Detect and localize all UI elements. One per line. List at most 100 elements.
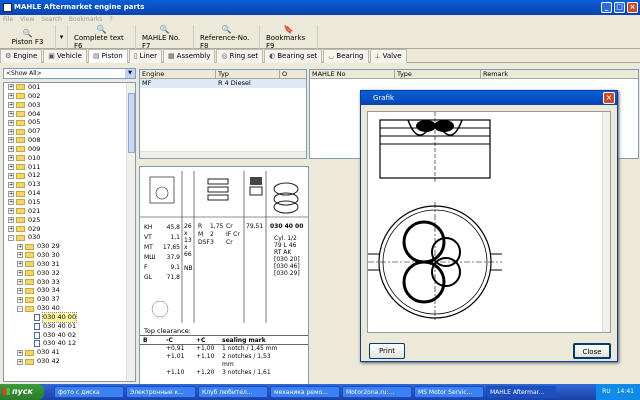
- mahle-no-button[interactable]: 🔍 MAHLE No. F7: [136, 25, 194, 50]
- expand-icon[interactable]: +: [8, 93, 14, 100]
- tree-node[interactable]: +004: [4, 110, 135, 119]
- close-dialog-button[interactable]: Close: [573, 343, 611, 359]
- col-remark[interactable]: Remark: [481, 70, 638, 78]
- minimize-button[interactable]: _: [601, 2, 612, 13]
- tree-node[interactable]: +013: [4, 180, 135, 189]
- expand-icon[interactable]: +: [17, 349, 23, 356]
- tree-node[interactable]: +009: [4, 145, 135, 154]
- tree-node[interactable]: +030 34: [4, 286, 135, 295]
- tree-node[interactable]: +030 41: [4, 348, 135, 357]
- tree-node[interactable]: +030 32: [4, 269, 135, 278]
- expand-icon[interactable]: +: [17, 358, 23, 365]
- tree-node[interactable]: 030 40 01: [4, 322, 135, 331]
- tree-node[interactable]: 030 40 12: [4, 339, 135, 348]
- tab-liner[interactable]: ▯ Liner: [128, 49, 163, 63]
- col-engine[interactable]: Engine: [140, 70, 216, 78]
- tab-valve[interactable]: ⊥ Valve: [369, 49, 407, 63]
- tab-engine[interactable]: ⚙ Engine: [0, 49, 43, 63]
- tree-node[interactable]: +021: [4, 207, 135, 216]
- tree-node[interactable]: +030 33: [4, 278, 135, 287]
- tree-node[interactable]: +025: [4, 216, 135, 225]
- collapse-icon[interactable]: -: [8, 234, 14, 241]
- expand-icon[interactable]: +: [17, 252, 23, 259]
- taskbar-button[interactable]: Электронные к...: [126, 386, 196, 398]
- filter-combo[interactable]: <Show All> ▼: [3, 68, 136, 79]
- expand-icon[interactable]: +: [8, 102, 14, 109]
- expand-icon[interactable]: +: [8, 137, 14, 144]
- col-mahle-no[interactable]: MAHLE No: [310, 70, 395, 78]
- tab-assembly[interactable]: ▦ Assembly: [163, 49, 216, 63]
- expand-icon[interactable]: +: [8, 208, 14, 215]
- print-button[interactable]: Print: [369, 343, 405, 359]
- table-row[interactable]: MF R 4 Diesel: [140, 79, 306, 88]
- taskbar-button[interactable]: MS Motor Servic...: [414, 386, 484, 398]
- col-typ[interactable]: Typ: [216, 70, 280, 78]
- tree-node[interactable]: +005: [4, 118, 135, 127]
- expand-icon[interactable]: +: [8, 199, 14, 206]
- expand-icon[interactable]: +: [17, 278, 23, 285]
- menu-help[interactable]: ?: [109, 15, 112, 25]
- expand-icon[interactable]: +: [17, 261, 23, 268]
- drawing-scrollbar[interactable]: [602, 112, 610, 332]
- tree-node[interactable]: - 030 40: [4, 304, 135, 313]
- engine-grid-hscroll[interactable]: [140, 151, 306, 158]
- col-type[interactable]: Type: [395, 70, 481, 78]
- expand-icon[interactable]: +: [8, 172, 14, 179]
- tree-node[interactable]: +015: [4, 198, 135, 207]
- start-button[interactable]: пуск: [0, 384, 44, 400]
- tree-node[interactable]: +012: [4, 171, 135, 180]
- tree-node[interactable]: +010: [4, 154, 135, 163]
- tree-node[interactable]: +008: [4, 136, 135, 145]
- tab-bearing-set[interactable]: ◐ Bearing set: [264, 49, 323, 63]
- expand-icon[interactable]: +: [8, 110, 14, 117]
- tree-node[interactable]: +030 42: [4, 357, 135, 366]
- dialog-close-icon[interactable]: ×: [603, 92, 615, 104]
- col-o[interactable]: O: [280, 70, 306, 78]
- tab-bearing[interactable]: ◡ Bearing: [323, 49, 369, 63]
- tree-node[interactable]: +011: [4, 163, 135, 172]
- expand-icon[interactable]: +: [8, 190, 14, 197]
- chevron-down-icon[interactable]: ▼: [125, 69, 135, 78]
- tab-ring-set[interactable]: ◎ Ring set: [216, 49, 264, 63]
- collapse-icon[interactable]: -: [17, 305, 23, 312]
- expand-icon[interactable]: +: [8, 217, 14, 224]
- expand-icon[interactable]: +: [8, 181, 14, 188]
- expand-icon[interactable]: +: [8, 146, 14, 153]
- expand-icon[interactable]: +: [8, 155, 14, 162]
- complete-text-button[interactable]: 🔍 Complete text F6: [68, 25, 136, 50]
- expand-icon[interactable]: +: [8, 225, 14, 232]
- tree-node[interactable]: +030 29: [4, 242, 135, 251]
- taskbar-button[interactable]: Клуб любител...: [198, 386, 268, 398]
- tree-node[interactable]: +002: [4, 92, 135, 101]
- taskbar-button[interactable]: Motor2ona.ru:...: [342, 386, 412, 398]
- piston-search-button[interactable]: 🔍 Piston F3: [0, 25, 56, 49]
- expand-icon[interactable]: +: [8, 84, 14, 91]
- expand-icon[interactable]: +: [8, 128, 14, 135]
- menu-view[interactable]: View: [20, 15, 34, 25]
- tree-node[interactable]: +001: [4, 83, 135, 92]
- expand-icon[interactable]: +: [8, 119, 14, 126]
- language-indicator[interactable]: RU: [602, 384, 611, 400]
- piston-dropdown-arrow[interactable]: ▾: [56, 25, 68, 49]
- bookmarks-button[interactable]: 🔖 Bookmarks F9: [260, 25, 318, 50]
- taskbar-button[interactable]: механика ремо...: [270, 386, 340, 398]
- tree-node[interactable]: 030 40 02: [4, 331, 135, 340]
- tree-node[interactable]: - 030: [4, 233, 135, 242]
- tree-node[interactable]: +003: [4, 101, 135, 110]
- tree-node[interactable]: +030 30: [4, 251, 135, 260]
- tree-node[interactable]: 030 40 00: [4, 311, 135, 323]
- tab-vehicle[interactable]: ▣ Vehicle: [43, 49, 87, 63]
- expand-icon[interactable]: +: [17, 296, 23, 303]
- tab-piston[interactable]: ▤ Piston: [87, 49, 128, 63]
- tree-scroll-thumb[interactable]: [128, 93, 135, 153]
- menu-bookmarks[interactable]: Bookmarks: [69, 15, 103, 25]
- tree-node[interactable]: +029: [4, 225, 135, 234]
- tree-node[interactable]: +007: [4, 127, 135, 136]
- maximize-button[interactable]: □: [614, 2, 625, 13]
- taskbar-button[interactable]: MAHLE Aftermar...: [486, 386, 556, 398]
- tree-node[interactable]: +030 37: [4, 295, 135, 304]
- tree-node[interactable]: +030 31: [4, 260, 135, 269]
- expand-icon[interactable]: +: [8, 164, 14, 171]
- menu-search[interactable]: Search: [41, 15, 62, 25]
- menu-file[interactable]: File: [3, 15, 13, 25]
